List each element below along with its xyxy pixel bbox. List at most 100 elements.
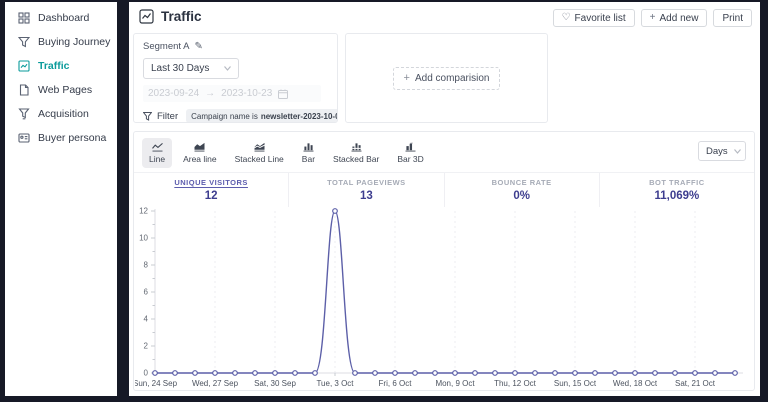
- traffic-line-chart[interactable]: 0 2 4 6 8 10 12 Sun, 24 Sep Wed, 27 Sep Sat, 30 S…: [135, 205, 755, 391]
- metric-value: 11,069%: [600, 190, 754, 202]
- add-new-button[interactable]: + Add new: [641, 9, 708, 27]
- sidebar-item-acquisition[interactable]: Acquisition: [5, 102, 117, 126]
- svg-text:10: 10: [139, 234, 148, 243]
- tab-stacked-bar[interactable]: Stacked Bar: [326, 138, 386, 168]
- acquisition-icon: [18, 108, 30, 120]
- chart-card: Line Area line Stacked Line Bar Stacked Bar B…: [133, 131, 755, 391]
- svg-text:Sat, 30 Sep: Sat, 30 Sep: [254, 379, 296, 388]
- header-actions: ♡Favorite list + Add new Print: [553, 9, 752, 27]
- calendar-icon: [278, 89, 288, 99]
- plus-icon: +: [404, 73, 410, 84]
- page-title-group: Traffic: [139, 9, 202, 24]
- metric-value: 12: [134, 190, 288, 202]
- metric-label: BOT TRAFFIC: [600, 178, 754, 187]
- date-end: 2023-10-23: [221, 88, 272, 99]
- stacked-bar-chart-icon: [350, 142, 363, 152]
- bar-chart-icon: [302, 142, 315, 152]
- buyer-persona-icon: [18, 132, 30, 144]
- chart-type-tabs: Line Area line Stacked Line Bar Stacked Bar B…: [142, 138, 431, 168]
- svg-text:8: 8: [144, 261, 149, 270]
- metric-value: 0%: [445, 190, 599, 202]
- svg-text:Fri, 6 Oct: Fri, 6 Oct: [379, 379, 413, 388]
- interval-select-value: Days: [706, 146, 728, 157]
- svg-text:Sun, 24 Sep: Sun, 24 Sep: [135, 379, 178, 388]
- segment-card: Segment A ✎ Last 30 Days 2023-09-24 → 20…: [133, 33, 338, 123]
- filter-chip[interactable]: Campaign name is newsletter-2023-10-03 ×: [186, 109, 338, 123]
- sidebar-item-label: Buyer persona: [38, 132, 106, 144]
- svg-text:12: 12: [139, 207, 148, 216]
- chevron-down-icon: [224, 66, 231, 71]
- svg-text:Mon, 9 Oct: Mon, 9 Oct: [435, 379, 475, 388]
- edit-icon[interactable]: ✎: [194, 41, 202, 52]
- traffic-icon: [18, 60, 30, 72]
- sidebar-item-label: Dashboard: [38, 12, 89, 24]
- filter-label: Filter: [157, 111, 178, 122]
- tab-label: Bar: [302, 154, 315, 164]
- plus-icon: +: [650, 13, 656, 23]
- tab-label: Stacked Line: [235, 154, 284, 164]
- tab-label: Line: [149, 154, 165, 164]
- svg-text:2: 2: [144, 342, 149, 351]
- metric-value: 13: [289, 190, 443, 202]
- page-title: Traffic: [161, 9, 202, 24]
- metric-unique-visitors[interactable]: UNIQUE VISITORS 12: [134, 173, 288, 207]
- tab-label: Bar 3D: [397, 154, 423, 164]
- svg-text:Sat, 21 Oct: Sat, 21 Oct: [675, 379, 716, 388]
- sidebar-item-web-pages[interactable]: Web Pages: [5, 78, 117, 102]
- svg-text:Tue, 3 Oct: Tue, 3 Oct: [316, 379, 354, 388]
- sidebar-item-label: Traffic: [38, 60, 70, 72]
- buying-journey-icon: [18, 36, 30, 48]
- date-range-input[interactable]: 2023-09-24 → 2023-10-23: [143, 85, 321, 102]
- bar-3d-chart-icon: [404, 142, 417, 152]
- comparison-card: + Add comparision: [345, 33, 548, 123]
- metric-label: TOTAL PAGEVIEWS: [289, 178, 443, 187]
- filter-chip-value: newsletter-2023-10-03: [261, 112, 338, 121]
- sidebar-nav: Dashboard Buying Journey Traffic Web Pages A…: [5, 2, 117, 150]
- metric-total-pageviews[interactable]: TOTAL PAGEVIEWS 13: [288, 173, 443, 207]
- tab-label: Area line: [183, 154, 217, 164]
- sidebar-item-buyer-persona[interactable]: Buyer persona: [5, 126, 117, 150]
- svg-text:Thu, 12 Oct: Thu, 12 Oct: [494, 379, 537, 388]
- date-start: 2023-09-24: [148, 88, 199, 99]
- sidebar-item-label: Buying Journey: [38, 36, 110, 48]
- sidebar: Dashboard Buying Journey Traffic Web Pages A…: [5, 2, 117, 396]
- print-button[interactable]: Print: [713, 9, 752, 27]
- svg-text:Wed, 27 Sep: Wed, 27 Sep: [192, 379, 239, 388]
- chevron-down-icon: [734, 149, 741, 154]
- sidebar-item-label: Acquisition: [38, 108, 89, 120]
- main-panel: Traffic ♡Favorite list + Add new Print Segm…: [129, 2, 760, 396]
- sidebar-item-buying-journey[interactable]: Buying Journey: [5, 30, 117, 54]
- sidebar-item-traffic[interactable]: Traffic: [5, 54, 117, 78]
- button-label: Favorite list: [575, 13, 626, 24]
- funnel-icon: [143, 112, 152, 121]
- page-header: Traffic ♡Favorite list + Add new Print: [129, 2, 760, 32]
- button-label: Print: [722, 13, 743, 24]
- dashboard-icon: [18, 12, 30, 24]
- metric-bounce-rate[interactable]: BOUNCE RATE0%: [444, 173, 599, 207]
- tab-label: Stacked Bar: [333, 154, 379, 164]
- tab-line[interactable]: Line: [142, 138, 172, 168]
- svg-text:Wed, 18 Oct: Wed, 18 Oct: [613, 379, 658, 388]
- svg-text:4: 4: [144, 315, 149, 324]
- segment-title-row: Segment A ✎: [143, 41, 328, 52]
- metric-bot-traffic[interactable]: BOT TRAFFIC 11,069%: [599, 173, 754, 207]
- tab-bar[interactable]: Bar: [295, 138, 322, 168]
- web-pages-icon: [18, 84, 30, 96]
- svg-text:0: 0: [144, 369, 149, 378]
- add-comparison-button[interactable]: + Add comparision: [393, 67, 501, 90]
- tab-bar-3d[interactable]: Bar 3D: [390, 138, 430, 168]
- button-label: Add new: [660, 13, 699, 24]
- range-arrow: →: [205, 88, 215, 99]
- period-select[interactable]: Last 30 Days: [143, 58, 239, 79]
- period-select-value: Last 30 Days: [151, 63, 209, 74]
- sidebar-item-dashboard[interactable]: Dashboard: [5, 6, 117, 30]
- segment-title: Segment A: [143, 41, 189, 52]
- tab-stacked-line[interactable]: Stacked Line: [228, 138, 291, 168]
- sidebar-item-label: Web Pages: [38, 84, 92, 96]
- svg-text:6: 6: [144, 288, 149, 297]
- tab-area-line[interactable]: Area line: [176, 138, 224, 168]
- interval-select[interactable]: Days: [698, 141, 746, 161]
- add-comparison-label: Add comparision: [415, 73, 489, 84]
- favorite-list-button[interactable]: ♡Favorite list: [553, 9, 635, 27]
- metric-label: UNIQUE VISITORS: [134, 178, 288, 187]
